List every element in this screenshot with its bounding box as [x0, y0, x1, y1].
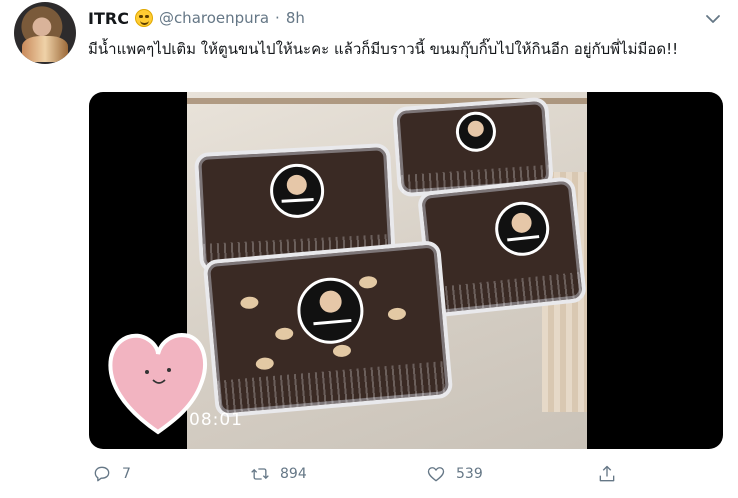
heart-icon: [427, 467, 445, 482]
tweet-header: ITRC @charoenpura · 8h: [88, 8, 305, 28]
almond-slice: [274, 327, 294, 341]
video-timestamp: 08:01: [189, 410, 243, 430]
almond-slice: [358, 275, 378, 290]
almond-slice: [332, 344, 352, 358]
reply-icon: [94, 466, 110, 482]
almond-slice: [239, 295, 259, 310]
tweet-media-video[interactable]: 08:01: [89, 92, 723, 449]
reply-button[interactable]: 7: [92, 464, 131, 484]
tweet-actions: 7 894 539: [0, 464, 738, 486]
emoji-face-icon: [134, 9, 153, 27]
tweet-text: มีน้ำแพคๆไปเติม ให้ตูนขนไปให้นะคะ แล้วก็…: [88, 40, 679, 58]
retweet-count: 894: [280, 466, 307, 482]
brownie-photo: [187, 92, 588, 449]
share-icon: [599, 465, 615, 482]
brand-sticker: [492, 199, 552, 259]
brand-sticker: [268, 162, 326, 220]
avatar-detail: [22, 36, 68, 62]
retweet-icon: [251, 468, 269, 480]
brand-sticker: [454, 110, 498, 154]
share-button[interactable]: [597, 464, 617, 484]
brownie-box: [202, 239, 454, 419]
reply-count: 7: [122, 466, 131, 482]
brand-sticker: [294, 274, 367, 347]
chevron-down-icon[interactable]: [704, 10, 722, 28]
like-button[interactable]: 539: [426, 464, 483, 484]
retweet-button[interactable]: 894: [250, 464, 307, 484]
like-count: 539: [456, 466, 483, 482]
user-avatar[interactable]: [14, 2, 76, 64]
almond-slice: [387, 307, 407, 321]
display-name[interactable]: ITRC: [88, 9, 129, 28]
almond-slice: [255, 356, 275, 371]
user-handle[interactable]: @charoenpura: [159, 9, 269, 27]
tweet-time[interactable]: 8h: [286, 9, 305, 27]
separator-dot: ·: [275, 9, 280, 27]
